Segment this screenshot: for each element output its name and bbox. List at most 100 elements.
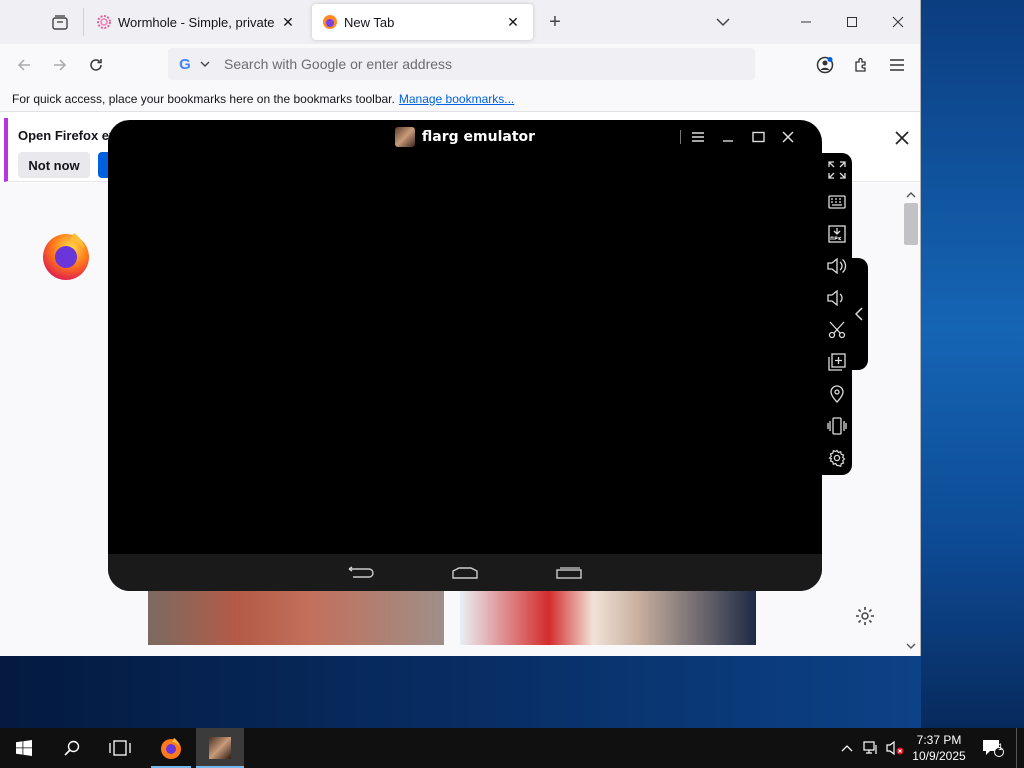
scroll-up-button[interactable] — [904, 189, 918, 201]
volume-down-icon — [827, 290, 843, 306]
location-button[interactable] — [825, 382, 849, 406]
notification-count: 1 — [998, 742, 1004, 752]
scrollbar-thumb[interactable] — [904, 203, 918, 245]
volume-up-icon — [827, 258, 847, 274]
multi-instance-button[interactable] — [825, 350, 849, 374]
close-tab-icon[interactable]: ✕ — [503, 12, 523, 32]
emulator-menu-button[interactable] — [684, 125, 712, 149]
show-desktop-button[interactable] — [1016, 728, 1024, 768]
search-button[interactable] — [48, 728, 96, 768]
reload-button[interactable] — [81, 50, 111, 80]
gear-icon — [828, 449, 846, 467]
close-icon — [782, 131, 794, 143]
bookmarks-hint: For quick access, place your bookmarks h… — [12, 91, 395, 106]
shake-button[interactable] — [825, 414, 849, 438]
story-card-image[interactable] — [148, 589, 444, 645]
fullscreen-icon — [828, 161, 846, 179]
emulator-screen[interactable] — [108, 154, 822, 554]
new-tab-button[interactable]: + — [542, 8, 568, 36]
emulator-app-icon — [394, 127, 415, 147]
multi-instance-icon — [828, 353, 846, 371]
hamburger-menu-icon — [890, 59, 904, 71]
network-button[interactable] — [860, 728, 882, 768]
network-icon — [863, 741, 877, 754]
show-hidden-icons-button[interactable] — [836, 728, 858, 768]
chevron-down-icon — [716, 18, 730, 27]
gear-icon[interactable] — [854, 605, 876, 627]
story-card-image[interactable] — [460, 589, 756, 645]
google-icon[interactable]: G — [170, 56, 200, 73]
taskbar: 7:37 PM 10/9/2025 1 — [0, 728, 1024, 768]
taskbar-flarg-emulator[interactable] — [196, 728, 244, 768]
address-bar[interactable]: G Search with Google or enter address — [168, 48, 755, 80]
arrow-left-icon — [17, 59, 30, 71]
android-recents-button[interactable] — [554, 563, 584, 583]
firefox-favicon-icon — [323, 15, 337, 29]
close-tab-icon[interactable]: ✕ — [278, 12, 298, 32]
close-icon — [895, 131, 909, 145]
emulator-minimize-button[interactable] — [714, 125, 742, 149]
puzzle-piece-icon — [855, 57, 866, 72]
notice-close-button[interactable] — [888, 124, 916, 152]
volume-up-button[interactable] — [825, 254, 849, 278]
screenshot-button[interactable] — [825, 318, 849, 342]
scrollbar[interactable] — [903, 188, 919, 656]
apk-install-icon — [828, 225, 846, 243]
volume-button[interactable] — [884, 728, 906, 768]
start-button[interactable] — [0, 728, 48, 768]
toolbar-collapse-tab[interactable] — [850, 258, 868, 370]
system-clock[interactable]: 7:37 PM 10/9/2025 — [908, 732, 970, 764]
list-all-tabs-button[interactable] — [710, 8, 736, 36]
manage-bookmarks-link[interactable]: Manage bookmarks... — [399, 92, 514, 106]
volume-down-button[interactable] — [825, 286, 849, 310]
apk-install-button[interactable] — [825, 222, 849, 246]
account-button[interactable] — [810, 50, 840, 80]
maximize-icon — [751, 131, 765, 143]
firefox-view-button[interactable] — [42, 6, 78, 38]
back-button[interactable] — [9, 50, 39, 80]
tab-separator — [83, 8, 84, 36]
android-home-button[interactable] — [450, 563, 480, 583]
navigation-toolbar: G Search with Google or enter address — [0, 44, 920, 86]
bookmarks-toolbar: For quick access, place your bookmarks h… — [0, 86, 920, 112]
scroll-down-button[interactable] — [904, 640, 918, 652]
emulator-close-button[interactable] — [774, 125, 802, 149]
keyboard-button[interactable] — [825, 190, 849, 214]
maximize-icon — [847, 17, 857, 27]
arrow-right-icon — [54, 59, 67, 71]
volume-muted-icon — [886, 741, 904, 755]
close-icon — [892, 16, 904, 28]
tab-wormhole[interactable]: Wormhole - Simple, private file ✕ — [86, 4, 308, 40]
maximize-button[interactable] — [829, 0, 875, 44]
tab-new-tab[interactable]: New Tab ✕ — [312, 4, 533, 40]
tab-title: New Tab — [344, 14, 395, 30]
fullscreen-button[interactable] — [825, 158, 849, 182]
wormhole-favicon-icon — [97, 15, 111, 29]
keyboard-icon — [828, 195, 846, 209]
action-center-button[interactable]: 1 — [978, 728, 1008, 768]
vibrate-icon — [827, 417, 847, 435]
menu-button[interactable] — [882, 50, 912, 80]
emulator-maximize-button[interactable] — [744, 125, 772, 149]
close-window-button[interactable] — [875, 0, 920, 44]
not-now-button[interactable]: Not now — [18, 152, 90, 178]
emulator-settings-button[interactable] — [825, 446, 849, 470]
forward-button[interactable] — [45, 50, 75, 80]
android-back-button[interactable] — [346, 563, 376, 583]
scissors-icon — [828, 321, 846, 339]
task-view-button[interactable] — [96, 728, 144, 768]
chevron-up-icon — [841, 745, 853, 752]
firefox-icon — [161, 738, 181, 759]
extensions-button[interactable] — [846, 50, 876, 80]
emulator-side-toolbar — [822, 153, 852, 475]
firefox-logo-icon — [43, 233, 89, 280]
android-nav-bar — [108, 554, 822, 591]
minimize-icon — [723, 140, 733, 142]
minimize-button[interactable] — [783, 0, 829, 44]
emulator-title: flarg emulator — [421, 129, 536, 145]
taskbar-firefox[interactable] — [147, 728, 195, 768]
windows-logo-icon — [16, 740, 32, 756]
chevron-down-icon[interactable] — [200, 60, 214, 68]
wallpaper-bottom — [0, 656, 921, 728]
flarg-emulator-icon — [209, 737, 231, 759]
